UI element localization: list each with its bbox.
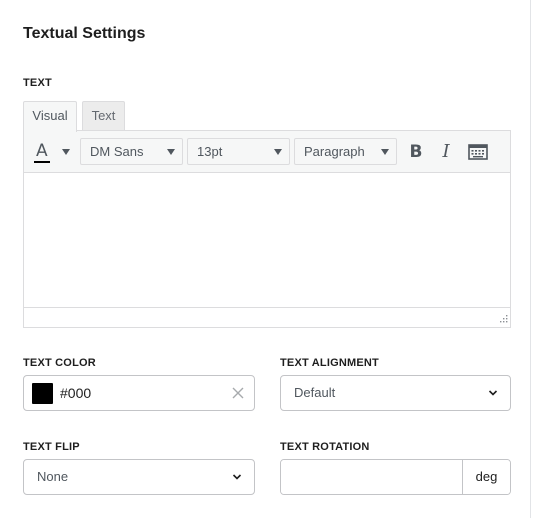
font-family-select[interactable]: DM Sans [80,138,183,165]
toolbar-toggle-button[interactable] [466,140,490,164]
font-size-value: 13pt [197,144,223,159]
tab-visual[interactable]: Visual [23,101,77,132]
chevron-down-icon [488,390,498,396]
keyboard-icon [468,144,488,160]
resize-handle-icon[interactable] [498,315,508,325]
rotation-unit-label: deg [462,460,510,494]
text-flip-select[interactable]: None [23,459,255,495]
bold-button[interactable]: B [404,140,428,164]
chevron-down-icon [232,474,242,480]
text-color-label: TEXT COLOR [23,357,96,369]
italic-button[interactable]: I [434,140,458,164]
text-color-picker[interactable] [23,375,255,411]
text-flip-label: TEXT FLIP [23,441,80,453]
panel-right-border [530,0,531,518]
tab-text[interactable]: Text [82,101,125,131]
block-format-select[interactable]: Paragraph [294,138,397,165]
close-icon[interactable] [231,386,245,400]
editor-content-area[interactable] [24,173,510,307]
font-size-select[interactable]: 13pt [187,138,290,165]
text-rotation-field: deg [280,459,511,495]
text-rotation-input[interactable] [281,460,463,494]
color-hex-input[interactable] [60,376,220,410]
text-flip-value: None [37,469,69,484]
editor-statusbar [24,307,510,327]
section-title: Textual Settings [23,25,146,42]
text-alignment-value: Default [294,385,336,400]
text-field-label: TEXT [23,77,52,89]
block-format-value: Paragraph [304,144,365,159]
caret-down-icon [167,149,175,155]
text-rotation-label: TEXT ROTATION [280,441,370,453]
color-swatch[interactable] [32,383,53,404]
editor-toolbar: A DM Sans 13pt Paragraph B I [24,131,510,173]
font-family-value: DM Sans [90,144,144,159]
text-alignment-label: TEXT ALIGNMENT [280,357,379,369]
text-alignment-select[interactable]: Default [280,375,511,411]
text-color-icon: A [36,141,48,161]
caret-down-icon [62,149,70,155]
rich-text-editor: A DM Sans 13pt Paragraph B I [23,130,511,328]
text-color-indicator [34,161,50,163]
text-color-button[interactable]: A [30,140,74,164]
caret-down-icon [381,149,389,155]
caret-down-icon [274,149,282,155]
